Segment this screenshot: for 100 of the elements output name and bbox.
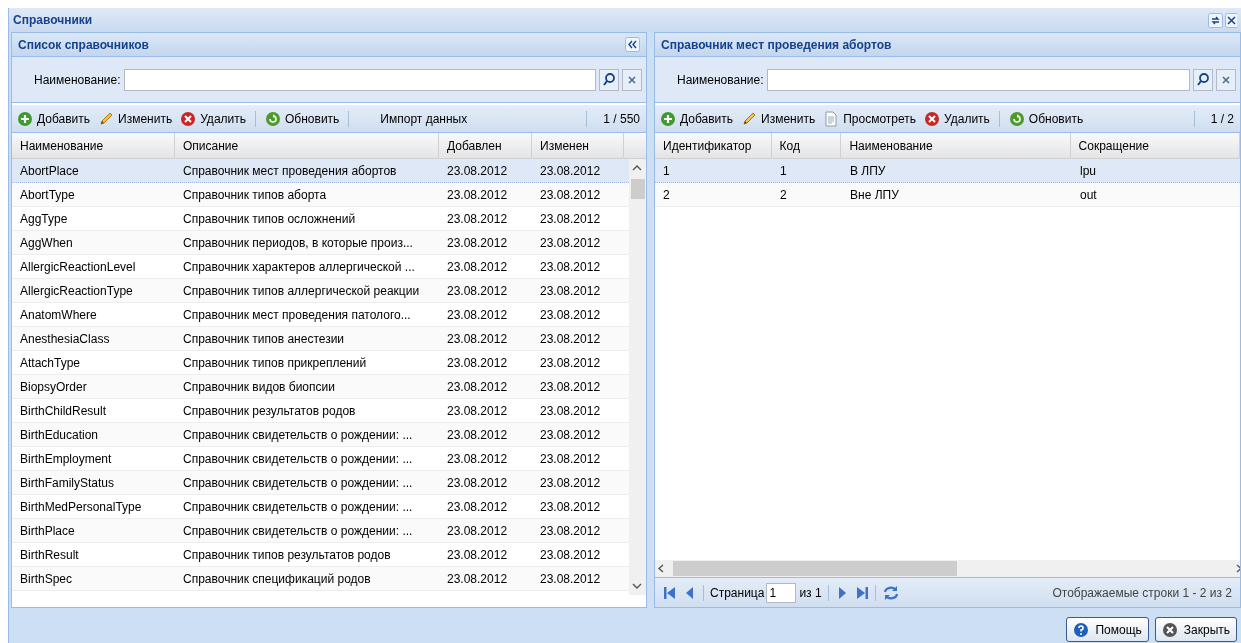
- table-row[interactable]: 1 1 В ЛПУ lpu: [655, 159, 1240, 183]
- toolbar-button[interactable]: Добавить: [658, 109, 736, 128]
- restore-icon[interactable]: [1208, 12, 1223, 28]
- table-cell-text: 23.08.2012: [539, 546, 602, 564]
- table-cell-text: Справочник типов прикреплений: [182, 354, 368, 372]
- delete-icon: [180, 110, 197, 127]
- toolbar-button[interactable]: Импорт данных: [378, 109, 470, 128]
- table-cell-text: AllergicReactionLevel: [19, 258, 137, 276]
- table-cell-text: 23.08.2012: [446, 522, 509, 540]
- table-cell-text: 23.08.2012: [539, 402, 602, 420]
- table-cell-text: 23.08.2012: [539, 186, 602, 204]
- table-row[interactable]: AbortType Справочник типов аборта 23.08.2012 23.08.2012: [12, 183, 629, 207]
- toolbar-button[interactable]: Обновить: [1006, 109, 1086, 128]
- search-icon[interactable]: [599, 68, 619, 91]
- table-row[interactable]: BirthPlace Справочник свидетельств о рождении: ... 23.08.2012 23.08.2012: [12, 519, 629, 543]
- table-cell-text: В ЛПУ: [849, 162, 887, 180]
- table-cell-text: Справочник свидетельств о рождении: ...: [182, 474, 414, 492]
- table-cell-text: Справочник видов биопсии: [182, 378, 336, 396]
- table-row[interactable]: BirthFamilyStatus Справочник свидетельств о рождении: ... 23.08.2012 23.08.2012: [12, 471, 629, 495]
- search-icon[interactable]: [1193, 68, 1213, 91]
- table-cell-text: 23.08.2012: [539, 498, 602, 516]
- table-cell-text: Справочник типов аборта: [182, 186, 328, 204]
- toolbar-button[interactable]: Удалить: [178, 109, 248, 128]
- table-row[interactable]: 2 2 Вне ЛПУ out: [655, 183, 1240, 207]
- table-cell-text: BirthEducation: [19, 426, 100, 444]
- close-icon[interactable]: [1225, 12, 1237, 28]
- add-icon: [17, 110, 33, 127]
- table-cell-text: 1: [662, 162, 671, 180]
- table-row[interactable]: AggWhen Справочник периодов, в которые произ... 23.08.2012 23.08.2012: [12, 231, 629, 255]
- table-cell-text: BirthChildResult: [19, 402, 108, 420]
- column-header[interactable]: Описание: [175, 133, 439, 158]
- last-page-icon[interactable]: [854, 584, 869, 601]
- table-cell-text: lpu: [1079, 162, 1097, 180]
- table-cell-text: Справочник свидетельств о рождении: ...: [182, 522, 414, 540]
- search-field[interactable]: [766, 68, 1190, 91]
- table-cell-text: Справочник характеров аллергической ...: [182, 258, 416, 276]
- table-cell-text: 23.08.2012: [539, 522, 602, 540]
- field-label: Наименование:: [34, 71, 121, 89]
- table-cell-text: out: [1079, 186, 1098, 204]
- first-page-icon[interactable]: [663, 584, 677, 601]
- table-cell-text: 23.08.2012: [446, 378, 509, 396]
- table-cell-text: Справочник типов аллергической реакции: [182, 282, 421, 300]
- table-cell-text: AbortType: [19, 186, 76, 204]
- column-header[interactable]: Изменен: [532, 133, 624, 158]
- toolbar-button[interactable]: Изменить: [739, 109, 818, 128]
- table-row[interactable]: BiopsyOrder Справочник видов биопсии 23.08.2012 23.08.2012: [12, 375, 629, 399]
- column-header[interactable]: Добавлен: [439, 133, 532, 158]
- table-cell-text: AnatomWhere: [19, 306, 98, 324]
- table-cell-text: 23.08.2012: [446, 258, 509, 276]
- table-cell-text: 23.08.2012: [446, 498, 509, 516]
- footer-button[interactable]: Помощь: [1066, 617, 1149, 642]
- table-cell-text: 23.08.2012: [446, 354, 509, 372]
- table-cell-text: 23.08.2012: [539, 330, 602, 348]
- vertical-scrollbar[interactable]: [629, 159, 646, 595]
- toolbar-button[interactable]: Просмотреть: [821, 109, 918, 128]
- table-cell-text: 23.08.2012: [446, 474, 509, 492]
- column-header[interactable]: Сокращение: [1070, 133, 1240, 158]
- clear-icon[interactable]: [1216, 68, 1236, 91]
- table-cell-text: Справочник свидетельств о рождении: ...: [182, 498, 414, 516]
- table-cell-text: 1: [779, 162, 788, 180]
- table-cell-text: BirthSpec: [19, 570, 74, 588]
- document-icon: [823, 110, 840, 127]
- table-row[interactable]: AnesthesiaClass Справочник типов анестезии 23.08.2012 23.08.2012: [12, 327, 629, 351]
- table-cell-text: Справочник свидетельств о рождении: ...: [182, 450, 414, 468]
- page-input[interactable]: 1: [766, 582, 797, 603]
- delete-icon: [924, 110, 940, 127]
- pencil-icon: [741, 110, 758, 127]
- toolbar-button[interactable]: Добавить: [15, 109, 93, 128]
- column-header[interactable]: Идентификатор: [655, 133, 772, 158]
- footer-button[interactable]: Закрыть: [1154, 617, 1237, 642]
- toolbar-button[interactable]: Обновить: [263, 109, 342, 128]
- table-cell-text: AllergicReactionType: [19, 282, 134, 300]
- table-cell-text: AnesthesiaClass: [19, 330, 111, 348]
- table-cell-text: Вне ЛПУ: [849, 186, 900, 204]
- page-total: из 1: [799, 584, 822, 602]
- table-row[interactable]: AbortPlace Справочник мест проведения абортов 23.08.2012 23.08.2012: [12, 159, 629, 183]
- record-count: 1 / 2: [1210, 110, 1235, 128]
- table-row[interactable]: AllergicReactionType Справочник типов аллергической реакции 23.08.2012 23.08.2012: [12, 279, 629, 303]
- table-cell-text: AttachType: [19, 354, 82, 372]
- table-cell-text: BirthResult: [19, 546, 80, 564]
- table-cell-text: 23.08.2012: [539, 234, 602, 252]
- collapse-icon[interactable]: [625, 37, 640, 52]
- window-title: Справочники: [13, 12, 93, 29]
- toolbar-button[interactable]: Изменить: [96, 109, 175, 128]
- table-cell-text: 23.08.2012: [539, 450, 602, 468]
- horizontal-scrollbar[interactable]: [655, 560, 1240, 577]
- clear-icon[interactable]: [622, 68, 642, 91]
- table-row[interactable]: BirthEducation Справочник свидетельств о рождении: ... 23.08.2012 23.08.2012: [12, 423, 629, 447]
- table-cell-text: Справочник типов анестезии: [182, 330, 346, 348]
- table-cell-text: 23.08.2012: [446, 186, 509, 204]
- table-row[interactable]: BirthSpec Справочник спецификаций родов 23.08.2012 23.08.2012: [12, 567, 629, 591]
- column-header[interactable]: Код: [771, 133, 842, 158]
- table-cell-text: 23.08.2012: [446, 546, 509, 564]
- search-field[interactable]: [123, 68, 596, 91]
- toolbar-button[interactable]: Удалить: [922, 109, 992, 128]
- column-header[interactable]: Наименование: [841, 133, 1071, 158]
- page-label: Страница: [710, 584, 765, 602]
- field-label: Наименование:: [677, 71, 764, 89]
- column-header[interactable]: Наименование: [12, 133, 175, 158]
- close-icon: [1161, 621, 1178, 638]
